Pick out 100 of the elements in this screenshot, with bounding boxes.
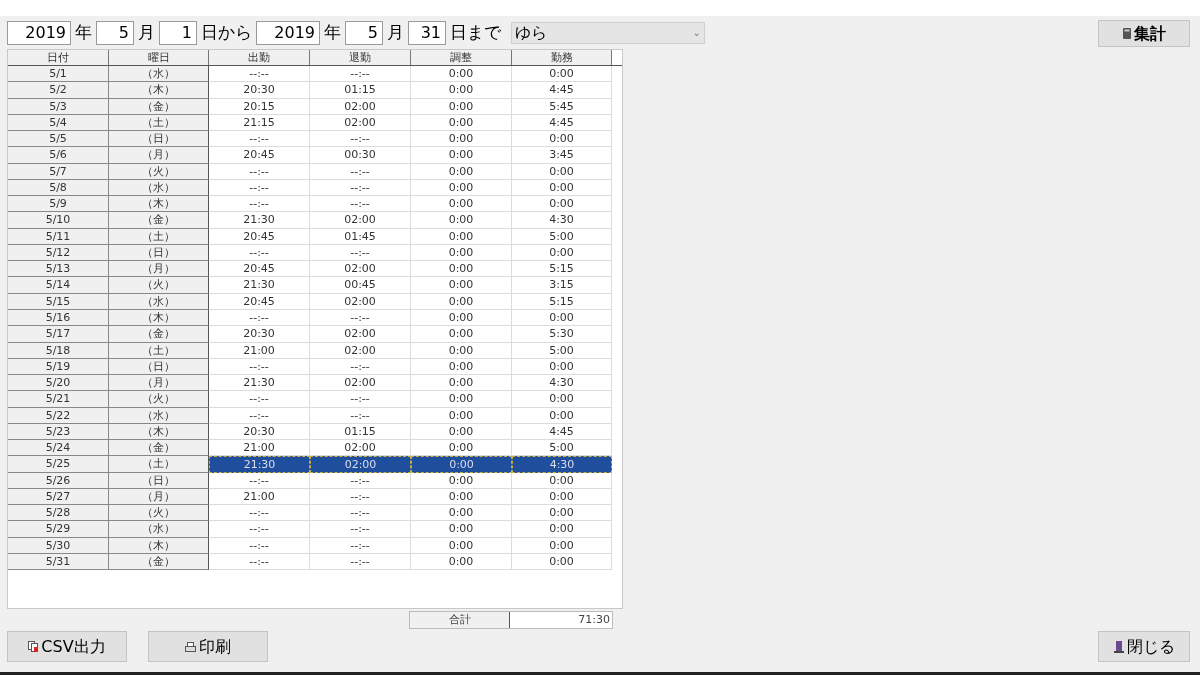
table-cell: 5/14 [8, 277, 109, 294]
table-cell: （月） [109, 375, 209, 392]
year-field[interactable]: 2019 [256, 20, 320, 45]
print-button[interactable]: 印刷 [148, 631, 268, 662]
table-cell: （土） [109, 456, 209, 473]
tally-button[interactable]: 集計 [1098, 20, 1190, 47]
column-header[interactable]: 曜日 [109, 50, 209, 65]
year-field[interactable]: 2019 [7, 20, 71, 45]
column-header[interactable]: 日付 [8, 50, 109, 65]
table-cell: （金） [109, 326, 209, 343]
table-cell: 5/1 [8, 66, 109, 83]
table-cell: 0:00 [512, 391, 612, 408]
table-cell: 5:00 [512, 440, 612, 457]
table-cell: 0:00 [411, 196, 512, 213]
table-cell: 0:00 [411, 391, 512, 408]
table-cell: 0:00 [411, 261, 512, 278]
table-cell: 0:00 [411, 277, 512, 294]
day-field[interactable]: 1 [159, 20, 197, 45]
month-field[interactable]: 5 [96, 20, 134, 45]
column-header[interactable]: 調整 [411, 50, 512, 65]
table-cell: 5/2 [8, 82, 109, 99]
table-cell: --:-- [310, 391, 411, 408]
csv-export-button[interactable]: CSV出力 [7, 631, 127, 662]
table-cell: 0:00 [411, 326, 512, 343]
table-cell: 4:30 [512, 212, 612, 229]
table-cell: 0:00 [512, 505, 612, 522]
table-cell: 0:00 [411, 131, 512, 148]
document-icon [28, 641, 39, 652]
table-cell: 21:30 [209, 375, 310, 392]
table-cell: 0:00 [512, 131, 612, 148]
table-cell: 5/10 [8, 212, 109, 229]
date-label: 年 [75, 20, 92, 44]
calculator-icon [1122, 28, 1131, 39]
table-cell: --:-- [310, 472, 411, 489]
table-cell: 5/20 [8, 375, 109, 392]
table-cell: 4:30 [512, 456, 612, 473]
table-cell: 5/21 [8, 391, 109, 408]
date-label: 月 [138, 20, 155, 44]
table-cell: 5:15 [512, 261, 612, 278]
table-cell: 0:00 [411, 456, 512, 473]
table-cell: 5/9 [8, 196, 109, 213]
table-cell: 0:00 [411, 505, 512, 522]
date-label: 日から [201, 20, 252, 44]
table-cell: 0:00 [411, 66, 512, 83]
table-cell: 0:00 [411, 147, 512, 164]
table-cell: （火） [109, 505, 209, 522]
date-label: 年 [324, 20, 341, 44]
table-cell: --:-- [209, 505, 310, 522]
table-cell: --:-- [310, 66, 411, 83]
table-cell: 20:30 [209, 82, 310, 99]
date-label: 月 [387, 20, 404, 44]
table-cell: --:-- [310, 196, 411, 213]
table-cell: （金） [109, 440, 209, 457]
table-cell: 0:00 [512, 196, 612, 213]
table-cell: --:-- [209, 131, 310, 148]
table-cell: --:-- [310, 521, 411, 538]
table-cell: （金） [109, 212, 209, 229]
employee-dropdown[interactable]: ゆら ⌄ [511, 21, 705, 44]
column-header[interactable]: 出勤 [209, 50, 310, 65]
table-cell: 00:45 [310, 277, 411, 294]
table-cell: 21:30 [209, 277, 310, 294]
table-cell: （水） [109, 66, 209, 83]
table-cell: 20:45 [209, 261, 310, 278]
table-cell: （日） [109, 131, 209, 148]
table-cell: 5/6 [8, 147, 109, 164]
table-cell: 01:15 [310, 82, 411, 99]
table-cell: --:-- [310, 131, 411, 148]
table-cell: （火） [109, 391, 209, 408]
table-cell: 4:30 [512, 375, 612, 392]
table-cell: 5/25 [8, 456, 109, 473]
table-cell: （月） [109, 261, 209, 278]
column-header[interactable]: 退勤 [310, 50, 411, 65]
table-cell: 5/5 [8, 131, 109, 148]
close-button[interactable]: 閉じる [1098, 631, 1190, 662]
column-header[interactable]: 勤務 [512, 50, 612, 65]
table-cell: 21:30 [209, 456, 310, 473]
table-cell: --:-- [310, 505, 411, 522]
total-value: 71:30 [510, 612, 612, 628]
table-cell: 02:00 [310, 456, 411, 473]
table-cell: --:-- [209, 196, 310, 213]
printer-icon [185, 641, 196, 652]
table-cell: 0:00 [411, 375, 512, 392]
table-cell: 02:00 [310, 261, 411, 278]
table-cell: 5/13 [8, 261, 109, 278]
month-field[interactable]: 5 [345, 20, 383, 45]
table-cell: 21:00 [209, 440, 310, 457]
table-cell: 0:00 [411, 521, 512, 538]
table-cell: 3:15 [512, 277, 612, 294]
table-cell: 5/17 [8, 326, 109, 343]
table-cell: （木） [109, 196, 209, 213]
table-cell: 0:00 [512, 521, 612, 538]
day-field[interactable]: 31 [408, 20, 446, 45]
table-cell: 02:00 [310, 212, 411, 229]
table-cell: --:-- [209, 521, 310, 538]
date-label: 日まで [450, 20, 501, 44]
table-cell: 5/28 [8, 505, 109, 522]
table-cell: 02:00 [310, 375, 411, 392]
door-icon [1113, 640, 1124, 653]
table-cell: 0:00 [512, 472, 612, 489]
table-cell: （木） [109, 82, 209, 99]
